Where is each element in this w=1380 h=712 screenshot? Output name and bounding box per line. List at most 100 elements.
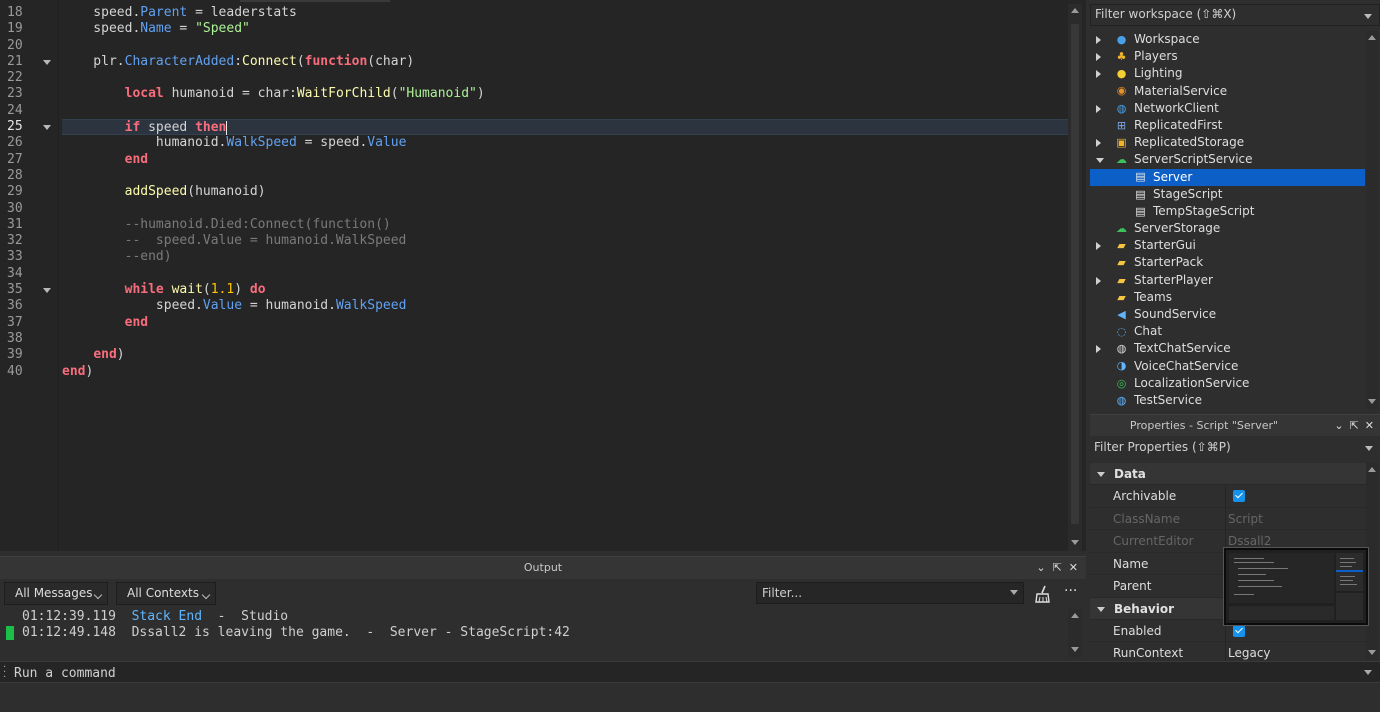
- property-row[interactable]: Archivable: [1090, 485, 1366, 508]
- drag-handle-icon[interactable]: · · ·: [3, 663, 6, 683]
- explorer-filter-input[interactable]: [1095, 7, 1355, 21]
- property-section-header[interactable]: Data: [1090, 463, 1366, 485]
- more-options-icon[interactable]: ···: [1064, 583, 1077, 599]
- scroll-down-icon[interactable]: [1071, 540, 1079, 545]
- close-icon[interactable]: ✕: [1069, 561, 1078, 574]
- properties-filter[interactable]: [1090, 438, 1380, 459]
- code-line[interactable]: [62, 168, 1068, 184]
- explorer-filter[interactable]: [1090, 4, 1380, 26]
- code-line[interactable]: speed.Parent = leaderstats: [62, 5, 1068, 21]
- screenshot-preview-thumbnail[interactable]: [1223, 547, 1369, 626]
- property-row[interactable]: RunContext Legacy: [1090, 642, 1366, 660]
- code-line[interactable]: [62, 70, 1068, 86]
- code-line[interactable]: [62, 201, 1068, 217]
- close-icon[interactable]: ✕: [1365, 419, 1374, 432]
- code-line[interactable]: [62, 266, 1068, 282]
- explorer-item[interactable]: ◑ VoiceChatService: [1090, 358, 1365, 375]
- panel-dropdown-icon[interactable]: ⌄: [1334, 419, 1343, 432]
- explorer-item[interactable]: ▣ ReplicatedStorage: [1090, 134, 1365, 151]
- fold-toggle-icon[interactable]: [43, 59, 51, 65]
- explorer-item[interactable]: ◀ SoundService: [1090, 306, 1365, 323]
- property-value[interactable]: Legacy: [1228, 642, 1271, 660]
- code-line[interactable]: end: [62, 152, 1068, 168]
- scroll-up-icon[interactable]: [1368, 35, 1376, 40]
- code-line[interactable]: [62, 103, 1068, 119]
- code-line[interactable]: -- speed.Value = humanoid.WalkSpeed: [62, 233, 1068, 249]
- undock-icon[interactable]: ⇱: [1350, 419, 1359, 432]
- explorer-item[interactable]: ▤ TempStageScript: [1090, 203, 1365, 220]
- code-line[interactable]: plr.CharacterAdded:Connect(function(char…: [62, 54, 1068, 70]
- chevron-right-icon[interactable]: [1096, 345, 1101, 354]
- code-line[interactable]: addSpeed(humanoid): [62, 184, 1068, 200]
- output-filter-input[interactable]: [756, 582, 1024, 604]
- contexts-filter-dropdown[interactable]: All Contexts: [116, 582, 216, 605]
- properties-filter-dropdown-icon[interactable]: [1365, 446, 1373, 451]
- explorer-item[interactable]: ◉ MaterialService: [1090, 83, 1365, 100]
- chevron-down-icon[interactable]: [1097, 472, 1105, 477]
- command-history-dropdown-icon[interactable]: [1364, 670, 1372, 675]
- chevron-right-icon[interactable]: [1096, 139, 1101, 148]
- explorer-item[interactable]: ☁ ServerStorage: [1090, 220, 1365, 237]
- explorer-item[interactable]: ◎ LocalizationService: [1090, 375, 1365, 392]
- explorer-item[interactable]: ◍ TestService: [1090, 392, 1365, 409]
- scroll-up-icon[interactable]: [1071, 613, 1079, 618]
- scroll-down-icon[interactable]: [1368, 650, 1376, 655]
- fold-toggle-icon[interactable]: [43, 125, 51, 131]
- clear-output-icon[interactable]: [1034, 584, 1052, 604]
- panel-dropdown-icon[interactable]: ⌄: [1036, 561, 1045, 574]
- log-entry[interactable]: 01:12:49.148 Dssall2 is leaving the game…: [0, 625, 1068, 641]
- explorer-item[interactable]: ▤ Server: [1090, 168, 1365, 186]
- chevron-right-icon[interactable]: [1096, 53, 1101, 62]
- chevron-right-icon[interactable]: [1096, 70, 1101, 79]
- code-line[interactable]: end: [62, 315, 1068, 331]
- code-line[interactable]: end): [62, 347, 1068, 363]
- explorer-scrollbar[interactable]: [1366, 31, 1378, 409]
- chevron-right-icon[interactable]: [1096, 104, 1101, 113]
- editor-scroll-thumb[interactable]: [1071, 24, 1079, 524]
- log-entry[interactable]: 01:12:39.119 Stack End - Studio: [0, 609, 1068, 625]
- undock-icon[interactable]: ⇱: [1053, 561, 1062, 574]
- column-divider[interactable]: [1225, 507, 1226, 529]
- code-area[interactable]: speed.Parent = leaderstats speed.Name = …: [62, 5, 1068, 380]
- column-divider[interactable]: [1225, 485, 1226, 507]
- chevron-down-icon[interactable]: [1097, 606, 1105, 612]
- explorer-item[interactable]: ▰ StarterPlayer: [1090, 272, 1365, 289]
- code-line[interactable]: [62, 38, 1068, 54]
- explorer-item[interactable]: ☁ ServerScriptService: [1090, 151, 1365, 168]
- code-line[interactable]: speed.Value = humanoid.WalkSpeed: [62, 298, 1068, 314]
- checkbox-checked[interactable]: [1233, 490, 1245, 502]
- code-line[interactable]: --humanoid.Died:Connect(function(): [62, 217, 1068, 233]
- script-editor[interactable]: 18 19 20 21 22 23 24 25 26 27 28 29 30 31 32 33 34 35 36 37…: [0, 0, 1086, 551]
- code-line[interactable]: if speed then: [62, 119, 1068, 136]
- checkbox-checked[interactable]: [1233, 624, 1245, 637]
- code-line[interactable]: while wait(1.1) do: [62, 282, 1068, 298]
- explorer-item[interactable]: ▰ StarterPack: [1090, 254, 1365, 271]
- explorer-item[interactable]: ● Workspace: [1090, 31, 1365, 48]
- code-line[interactable]: humanoid.WalkSpeed = speed.Value: [62, 135, 1068, 151]
- messages-filter-dropdown[interactable]: All Messages: [4, 582, 108, 605]
- explorer-item[interactable]: ▰ StarterGui: [1090, 237, 1365, 254]
- code-line[interactable]: --end): [62, 249, 1068, 265]
- chevron-down-icon[interactable]: [1096, 158, 1104, 164]
- explorer-item[interactable]: ⊞ ReplicatedFirst: [1090, 117, 1365, 134]
- scroll-down-icon[interactable]: [1071, 647, 1079, 652]
- explorer-item[interactable]: ◌ Chat: [1090, 323, 1365, 340]
- chevron-right-icon[interactable]: [1096, 276, 1101, 285]
- filter-dropdown-icon[interactable]: [1010, 590, 1018, 595]
- explorer-item[interactable]: ♣ Players: [1090, 48, 1365, 65]
- code-line[interactable]: local humanoid = char:WaitForChild("Huma…: [62, 86, 1068, 102]
- explorer-filter-dropdown-icon[interactable]: [1364, 14, 1372, 19]
- editor-scrollbar[interactable]: [1068, 4, 1082, 551]
- scroll-up-icon[interactable]: [1071, 8, 1079, 13]
- explorer-item[interactable]: ▰ Teams: [1090, 289, 1365, 306]
- explorer-item[interactable]: ▤ StageScript: [1090, 186, 1365, 203]
- scroll-up-icon[interactable]: [1368, 467, 1376, 472]
- output-scrollbar[interactable]: [1068, 609, 1082, 657]
- fold-toggle-icon[interactable]: [43, 288, 51, 294]
- scroll-down-icon[interactable]: [1368, 399, 1376, 404]
- explorer-item[interactable]: ◍ TextChatService: [1090, 340, 1365, 357]
- property-row[interactable]: ClassName Script: [1090, 507, 1366, 530]
- chevron-right-icon[interactable]: [1096, 242, 1101, 251]
- command-input[interactable]: [14, 664, 1354, 682]
- column-divider[interactable]: [1225, 642, 1226, 660]
